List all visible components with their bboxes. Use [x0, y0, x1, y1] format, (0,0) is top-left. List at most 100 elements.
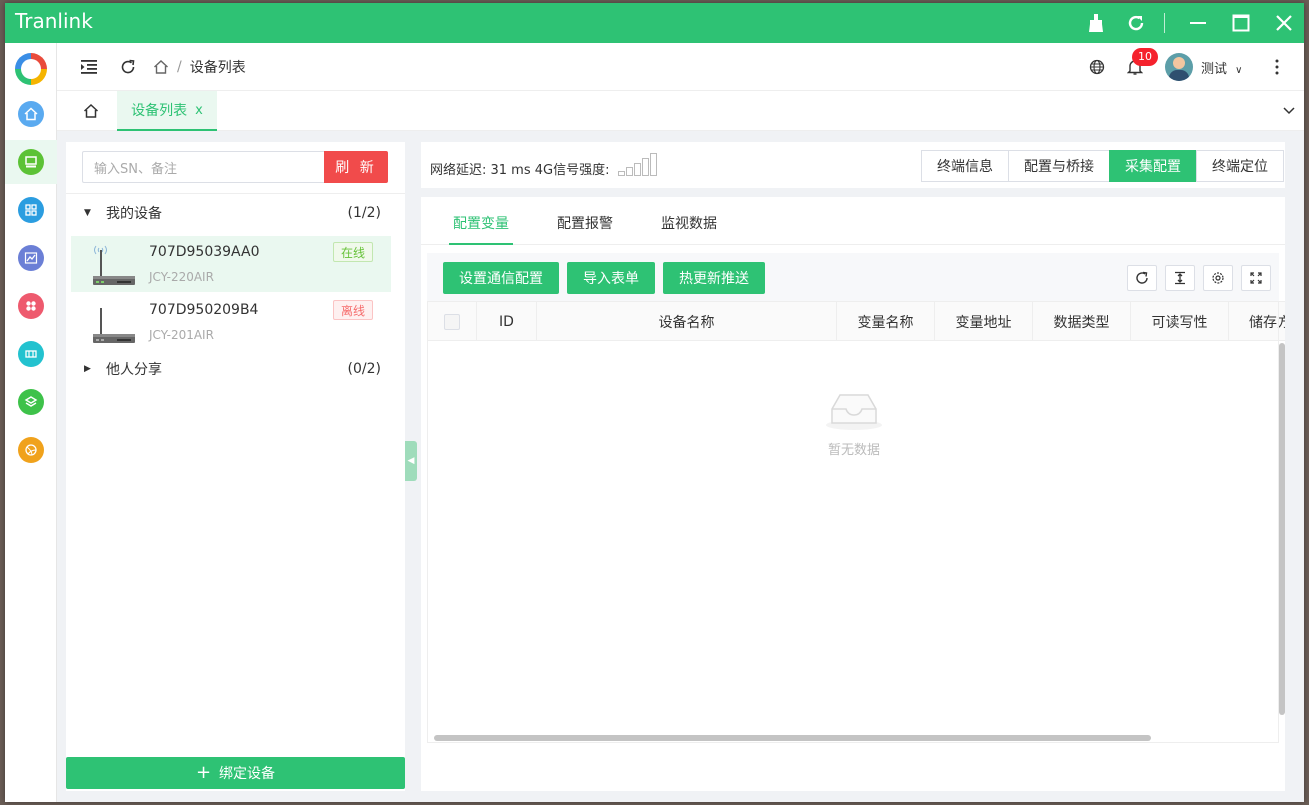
rail-item-devices[interactable] — [5, 140, 57, 184]
subtab-active-indicator — [449, 243, 513, 245]
table-header: ID 设备名称 变量名称 变量地址 数据类型 可读写性 储存方式 — [427, 301, 1285, 341]
group-count: (1/2) — [347, 205, 381, 221]
more-vertical-icon[interactable] — [1265, 55, 1289, 79]
search-input[interactable]: 输入SN、备注 — [82, 151, 324, 183]
dribbble-icon — [18, 437, 44, 463]
caret-right-icon: ▶ — [84, 364, 91, 374]
language-globe-icon[interactable] — [1085, 55, 1109, 79]
column-header[interactable]: 设备名称 — [537, 302, 837, 341]
device-row[interactable]: 707D950209B4 JCY-201AIR 离线 — [71, 294, 391, 350]
hot-update-push-button[interactable]: 热更新推送 — [663, 262, 765, 294]
clean-icon[interactable] — [1076, 3, 1116, 43]
table-settings-gear-icon[interactable] — [1203, 265, 1233, 291]
tab-terminal-location[interactable]: 终端定位 — [1196, 150, 1284, 182]
device-status-bar: 网络延迟: 31 ms 4G信号强度: 终端信息 配置与桥接 采集配置 终端定位 — [421, 142, 1285, 188]
device-model: JCY-201AIR — [149, 328, 214, 342]
menu-fold-icon[interactable] — [77, 55, 101, 79]
import-form-button[interactable]: 导入表单 — [567, 262, 655, 294]
table-refresh-icon[interactable] — [1127, 265, 1157, 291]
empty-state-text: 暂无数据 — [827, 443, 880, 458]
tab-close-icon[interactable]: x — [195, 103, 203, 118]
signal-strength-icon — [618, 152, 657, 176]
reload-icon[interactable] — [1116, 3, 1156, 43]
grid-icon — [18, 197, 44, 223]
collection-config-card: 配置变量 配置报警 监视数据 设置通信配置 导入表单 热更新推送 ID 设备名称… — [421, 197, 1285, 791]
maximize-icon[interactable] — [1221, 3, 1261, 43]
breadcrumb: / 设备列表 — [153, 57, 246, 77]
nav-rail — [5, 43, 57, 802]
user-avatar[interactable] — [1165, 53, 1193, 81]
device-panel: 输入SN、备注 刷 新 ▼ 我的设备 (1/2) 707D95039AA0 JC… — [66, 142, 405, 791]
rail-item-transfer[interactable] — [5, 332, 57, 376]
group-my-devices[interactable]: ▼ 我的设备 (1/2) — [66, 198, 405, 228]
app-window: Tranlink / 设备列表 10 测试 ∨ 设备列表 x 输入SN、备注 刷… — [5, 3, 1304, 802]
user-menu[interactable]: 测试 ∨ — [1201, 58, 1242, 77]
horizontal-scrollbar[interactable] — [434, 735, 1151, 741]
device-sn: 707D95039AA0 — [149, 244, 260, 260]
puzzle-icon — [18, 293, 44, 319]
network-status-text: 网络延迟: 31 ms 4G信号强度: — [430, 163, 610, 178]
select-all-checkbox[interactable] — [443, 313, 460, 330]
caret-down-icon: ▼ — [84, 208, 91, 218]
close-icon[interactable] — [1264, 3, 1304, 43]
dropbox-icon — [18, 389, 44, 415]
column-height-icon[interactable] — [1165, 265, 1195, 291]
column-header[interactable]: 储存方式 — [1229, 302, 1285, 341]
tab-bar: 设备列表 x — [57, 91, 1304, 131]
tab-collection-config[interactable]: 采集配置 — [1109, 150, 1197, 182]
plus-icon: + — [195, 762, 212, 783]
column-header[interactable]: 变量名称 — [837, 302, 935, 341]
tab-config-bridge[interactable]: 配置与桥接 — [1008, 150, 1110, 182]
column-header[interactable]: ID — [477, 302, 537, 341]
rail-item-explore[interactable] — [5, 428, 57, 472]
rail-item-home[interactable] — [5, 92, 57, 136]
router-icon — [93, 308, 135, 343]
tab-terminal-info[interactable]: 终端信息 — [921, 150, 1009, 182]
title-separator — [1164, 13, 1165, 33]
tabs-dropdown-chevron-icon[interactable] — [1277, 99, 1301, 123]
group-label: 我的设备 — [106, 206, 162, 222]
tab-device-list[interactable]: 设备列表 x — [117, 91, 217, 131]
fullscreen-icon[interactable] — [1241, 265, 1271, 291]
comm-config-button[interactable]: 设置通信配置 — [443, 262, 559, 294]
app-title: Tranlink — [15, 9, 93, 33]
bind-device-label: 绑定设备 — [219, 766, 276, 782]
column-header[interactable]: 数据类型 — [1033, 302, 1131, 341]
title-bar: Tranlink — [5, 3, 1304, 43]
select-all-checkbox-cell — [427, 302, 477, 341]
chart-icon — [18, 245, 44, 271]
subtab-config-variables[interactable]: 配置变量 — [453, 213, 509, 233]
chevron-down-icon: ∨ — [1235, 65, 1243, 76]
breadcrumb-home-icon[interactable] — [153, 59, 169, 75]
rail-item-puzzle[interactable] — [5, 284, 57, 328]
rail-item-charts[interactable] — [5, 236, 57, 280]
refresh-icon[interactable] — [116, 55, 140, 79]
tab-label: 设备列表 — [131, 103, 188, 119]
panel-collapse-handle[interactable]: ◀ — [405, 441, 417, 481]
breadcrumb-separator: / — [177, 59, 182, 75]
group-label: 他人分享 — [106, 362, 162, 378]
device-row[interactable]: 707D95039AA0 JCY-220AIR 在线 — [71, 236, 391, 292]
home-icon — [18, 101, 44, 127]
subtab-monitor-data[interactable]: 监视数据 — [661, 213, 717, 233]
column-header[interactable]: 变量地址 — [935, 302, 1033, 341]
status-badge-offline: 离线 — [333, 300, 373, 320]
subtab-config-alarms[interactable]: 配置报警 — [557, 213, 613, 233]
device-view-tabs: 终端信息 配置与桥接 采集配置 终端定位 — [921, 150, 1284, 182]
sub-tabs: 配置变量 配置报警 监视数据 — [421, 197, 1285, 245]
bind-device-button[interactable]: + 绑定设备 — [66, 757, 405, 789]
refresh-button[interactable]: 刷 新 — [324, 151, 388, 183]
notification-badge: 10 — [1132, 48, 1158, 66]
minimize-icon[interactable] — [1178, 3, 1218, 43]
group-shared-devices[interactable]: ▶ 他人分享 (0/2) — [66, 354, 405, 384]
transfer-icon — [18, 341, 44, 367]
table-toolbar: 设置通信配置 导入表单 热更新推送 — [427, 253, 1279, 301]
column-header[interactable]: 可读写性 — [1131, 302, 1229, 341]
device-search: 输入SN、备注 刷 新 — [82, 151, 388, 183]
tab-home-icon[interactable] — [81, 101, 101, 121]
rail-item-share[interactable] — [5, 380, 57, 424]
user-name: 测试 — [1201, 62, 1228, 77]
vertical-scrollbar[interactable] — [1279, 343, 1285, 715]
rail-item-grid[interactable] — [5, 188, 57, 232]
device-icon — [18, 149, 44, 175]
